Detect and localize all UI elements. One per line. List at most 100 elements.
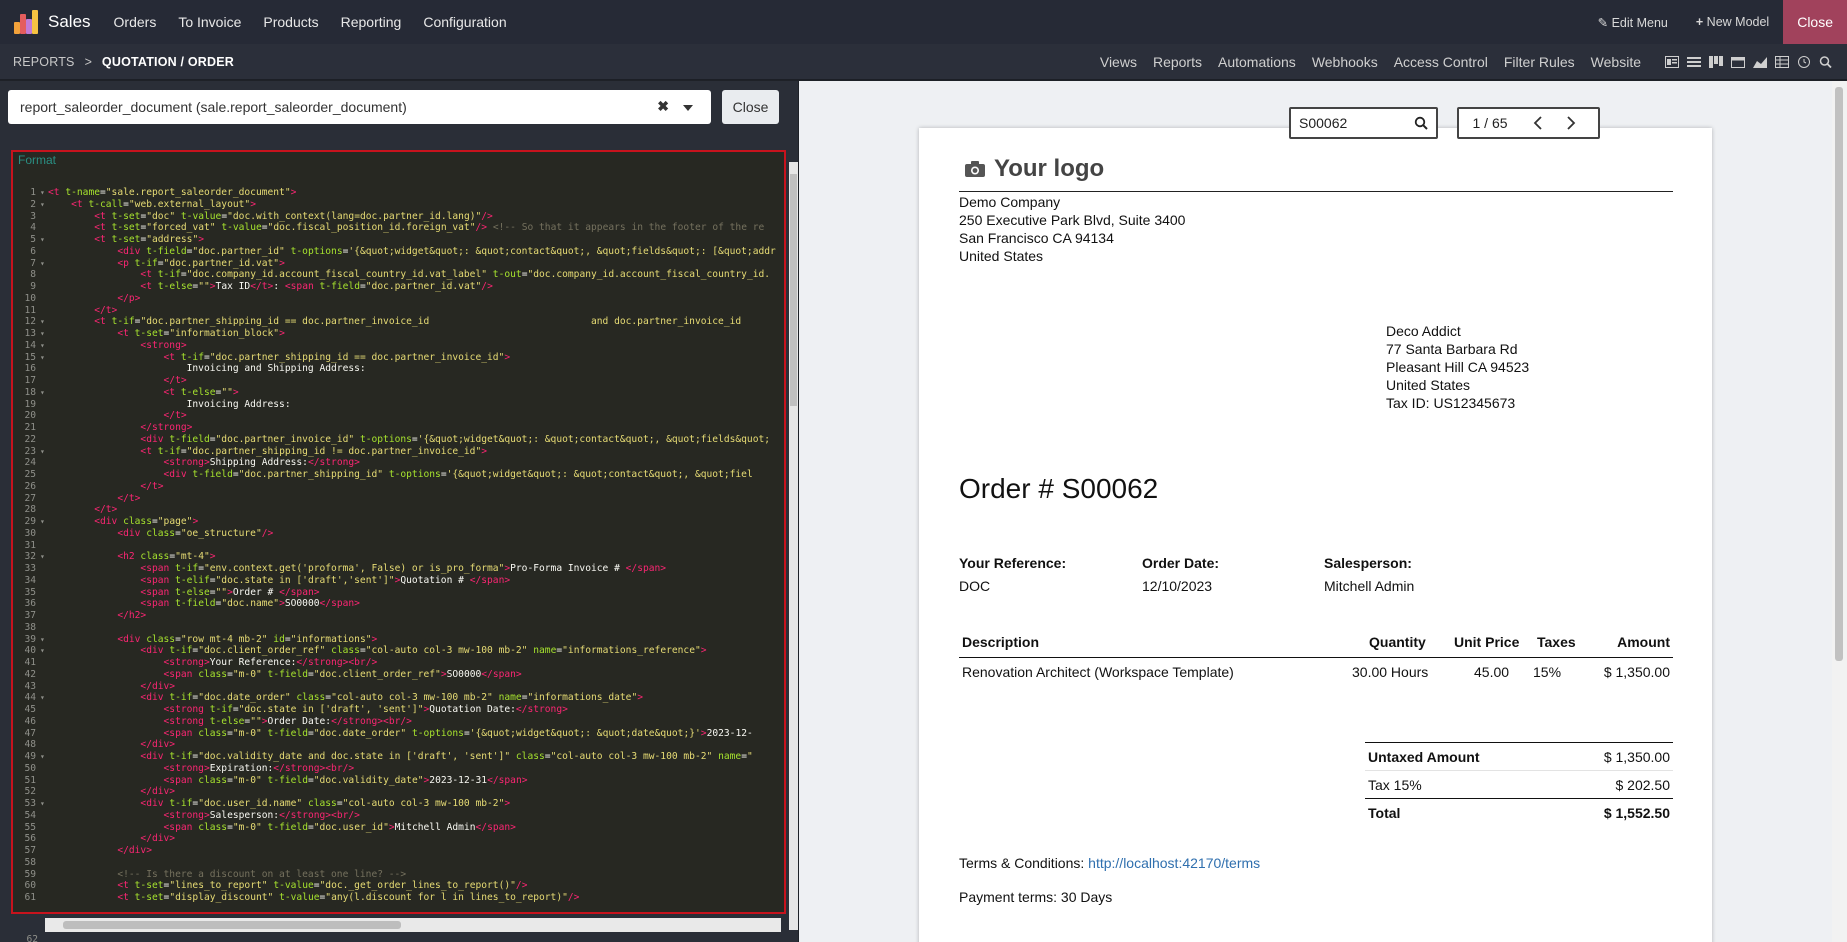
activity-view-icon[interactable]	[1797, 55, 1811, 68]
new-model-button[interactable]: + New Model	[1682, 15, 1783, 29]
code-line[interactable]: 9 <t t-else="">Tax ID</t>: <span t-field…	[13, 281, 783, 293]
payment-terms[interactable]: Payment terms: 30 Days	[959, 889, 1112, 905]
code-content[interactable]: 1 ▾ <t t-name="sale.report_saleorder_docum…	[13, 187, 783, 904]
code-line[interactable]: 54 <strong>Salesperson:</strong><br/>	[13, 810, 783, 822]
code-line[interactable]: 34 <span t-elif="doc.state in ['draft','…	[13, 575, 783, 587]
code-line[interactable]: 50 <strong>Expiration:</strong><br/>	[13, 763, 783, 775]
code-line[interactable]: 21 </strong>	[13, 422, 783, 434]
order-title[interactable]: Order # S00062	[959, 473, 1158, 505]
record-search-input[interactable]: S00062	[1289, 107, 1438, 139]
terms-link[interactable]: http://localhost:42170/terms	[1088, 855, 1260, 871]
menu-configuration[interactable]: Configuration	[412, 14, 517, 30]
link-filter-rules[interactable]: Filter Rules	[1496, 54, 1583, 70]
code-line[interactable]: 61 <t t-set="display_discount" t-value="…	[13, 892, 783, 904]
fold-arrow-icon[interactable]: ▾	[40, 798, 48, 810]
code-line[interactable]: 6 <div t-field="doc.partner_id" t-option…	[13, 246, 783, 258]
editor-vertical-scrollbar[interactable]	[789, 162, 798, 930]
code-line[interactable]: 31	[13, 540, 783, 552]
menu-orders[interactable]: Orders	[103, 14, 168, 30]
code-line[interactable]: 59 <!-- Is there a discount on at least …	[13, 869, 783, 881]
code-line[interactable]: 39 ▾ <div class="row mt-4 mb-2" id="infor…	[13, 634, 783, 646]
code-line[interactable]: 13 ▾ <t t-set="information_block">	[13, 328, 783, 340]
code-line[interactable]: 11 </t>	[13, 305, 783, 317]
terms-conditions[interactable]: Terms & Conditions: http://localhost:421…	[959, 855, 1260, 871]
code-line[interactable]: 58	[13, 857, 783, 869]
fold-arrow-icon[interactable]: ▾	[40, 199, 48, 211]
chevron-right-icon[interactable]	[1554, 109, 1587, 137]
fold-arrow-icon[interactable]: ▾	[40, 234, 48, 246]
search-view-icon[interactable]	[1819, 55, 1833, 68]
code-line[interactable]: 46 <strong t-else="">Order Date:</strong…	[13, 716, 783, 728]
code-line[interactable]: 57 </div>	[13, 845, 783, 857]
sales-app-icon[interactable]	[14, 10, 38, 34]
table-row[interactable]: Renovation Architect (Workspace Template…	[959, 658, 1673, 695]
form-view-icon[interactable]	[1665, 55, 1679, 68]
code-line[interactable]: 55 <span class="m-0" t-field="doc.user_i…	[13, 822, 783, 834]
code-line[interactable]: 7 ▾ <p t-if="doc.partner_id.vat">	[13, 258, 783, 270]
link-website[interactable]: Website	[1583, 54, 1649, 70]
fold-arrow-icon[interactable]: ▾	[40, 645, 48, 657]
edit-menu-button[interactable]: ✎ Edit Menu	[1584, 15, 1682, 30]
code-line[interactable]: 37 </h2>	[13, 610, 783, 622]
fold-arrow-icon[interactable]: ▾	[40, 316, 48, 328]
code-line[interactable]: 41 <strong>Your Reference:</strong><br/>	[13, 657, 783, 669]
info-order-date[interactable]: Order Date: 12/10/2023	[1142, 555, 1219, 594]
fold-arrow-icon[interactable]: ▾	[40, 258, 48, 270]
company-address[interactable]: Demo Company 250 Executive Park Blvd, Su…	[959, 193, 1185, 265]
code-line[interactable]: 40 ▾ <div t-if="doc.client_order_ref" cla…	[13, 645, 783, 657]
code-line[interactable]: 14 ▾ <strong>	[13, 340, 783, 352]
code-line[interactable]: 48 </div>	[13, 739, 783, 751]
fold-arrow-icon[interactable]: ▾	[40, 328, 48, 340]
code-line[interactable]: 8 <t t-if="doc.company_id.account_fiscal…	[13, 269, 783, 281]
code-line[interactable]: 30 <div class="oe_structure"/>	[13, 528, 783, 540]
totals-table[interactable]: Untaxed Amount $ 1,350.00 Tax 15% $ 202.…	[1365, 742, 1673, 826]
code-line[interactable]: 10 </p>	[13, 293, 783, 305]
link-access-control[interactable]: Access Control	[1386, 54, 1496, 70]
menu-reporting[interactable]: Reporting	[330, 14, 413, 30]
code-line[interactable]: 19 Invoicing Address:	[13, 399, 783, 411]
format-button[interactable]: Format	[18, 153, 56, 167]
code-line[interactable]: 42 <span class="m-0" t-field="doc.client…	[13, 669, 783, 681]
code-line[interactable]: 44 ▾ <div t-if="doc.date_order" class="co…	[13, 692, 783, 704]
code-line[interactable]: 33 <span t-if="env.context.get('proforma…	[13, 563, 783, 575]
fold-arrow-icon[interactable]: ▾	[40, 352, 48, 364]
code-line[interactable]: 5 ▾ <t t-set="address">	[13, 234, 783, 246]
code-line[interactable]: 3 <t t-set="doc" t-value="doc.with_conte…	[13, 211, 783, 223]
chevron-left-icon[interactable]	[1521, 109, 1554, 137]
fold-arrow-icon[interactable]: ▾	[40, 634, 48, 646]
fold-arrow-icon[interactable]: ▾	[40, 187, 48, 199]
code-line[interactable]: 52 </div>	[13, 786, 783, 798]
close-editor-button[interactable]: Close	[722, 90, 779, 124]
editor-horizontal-scrollbar[interactable]	[45, 918, 781, 932]
clear-icon[interactable]: ✖	[657, 98, 669, 115]
code-line[interactable]: 29 ▾ <div class="page">	[13, 516, 783, 528]
close-studio-button[interactable]: Close	[1783, 0, 1847, 44]
code-line[interactable]: 15 ▾ <t t-if="doc.partner_shipping_id == …	[13, 352, 783, 364]
preview-scrollbar[interactable]	[1832, 81, 1847, 942]
search-icon[interactable]	[1414, 116, 1428, 133]
code-line[interactable]: 53 ▾ <div t-if="doc.user_id.name" class="…	[13, 798, 783, 810]
code-line[interactable]: 38	[13, 622, 783, 634]
menu-to-invoice[interactable]: To Invoice	[167, 14, 252, 30]
code-line[interactable]: 43 </div>	[13, 681, 783, 693]
fold-arrow-icon[interactable]: ▾	[40, 516, 48, 528]
code-line[interactable]: 36 <span t-field="doc.name">SO0000</span…	[13, 598, 783, 610]
code-line[interactable]: 26 </t>	[13, 481, 783, 493]
fold-arrow-icon[interactable]: ▾	[40, 751, 48, 763]
code-line[interactable]: 17 </t>	[13, 375, 783, 387]
code-line[interactable]: 16 Invoicing and Shipping Address:	[13, 363, 783, 375]
code-line[interactable]: 47 <span class="m-0" t-field="doc.date_o…	[13, 728, 783, 740]
info-reference[interactable]: Your Reference: DOC	[959, 555, 1066, 594]
company-logo[interactable]: Your logo	[964, 155, 1104, 183]
info-salesperson[interactable]: Salesperson: Mitchell Admin	[1324, 555, 1414, 594]
code-line[interactable]: 49 ▾ <div t-if="doc.validity_date and doc…	[13, 751, 783, 763]
caret-down-icon[interactable]	[683, 105, 693, 111]
calendar-view-icon[interactable]	[1731, 56, 1745, 68]
fold-arrow-icon[interactable]: ▾	[40, 446, 48, 458]
code-line[interactable]: 23 ▾ <t t-if="doc.partner_shipping_id != …	[13, 446, 783, 458]
code-line[interactable]: 45 <strong t-if="doc.state in ['draft', …	[13, 704, 783, 716]
code-line[interactable]: 24 <strong>Shipping Address:</strong>	[13, 457, 783, 469]
pivot-view-icon[interactable]	[1775, 55, 1789, 68]
fold-arrow-icon[interactable]: ▾	[40, 551, 48, 563]
order-lines-table[interactable]: Description Quantity Unit Price Taxes Am…	[959, 628, 1673, 695]
